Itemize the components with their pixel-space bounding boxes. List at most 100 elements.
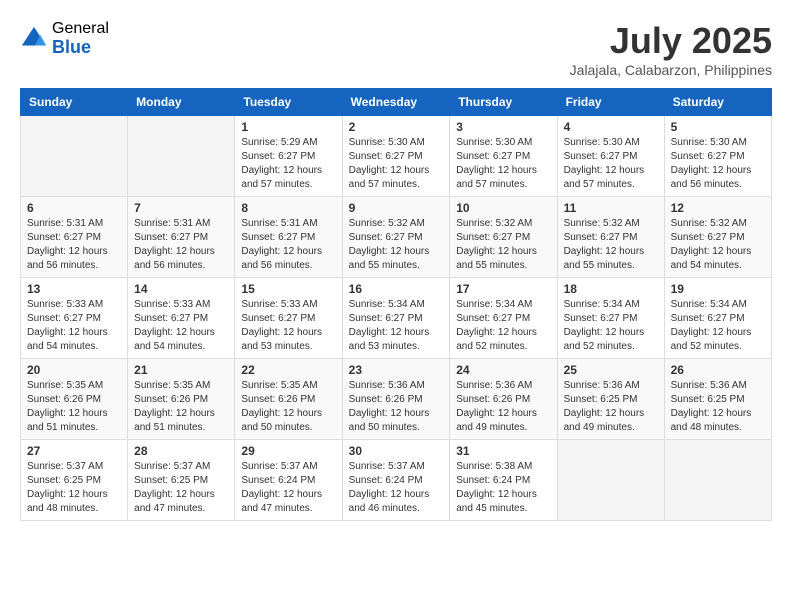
calendar-cell: 23 Sunrise: 5:36 AM Sunset: 6:26 PM Dayli… xyxy=(342,359,450,440)
day-number: 28 xyxy=(134,444,228,458)
calendar-cell: 18Sunrise: 5:34 AM Sunset: 6:27 PM Dayli… xyxy=(557,278,664,359)
calendar-cell: 12 Sunrise: 5:32 AM Sunset: 6:27 PM Dayli… xyxy=(664,197,771,278)
day-number: 23 xyxy=(349,363,444,377)
calendar-cell: 2 Sunrise: 5:30 AM Sunset: 6:27 PM Daylig… xyxy=(342,116,450,197)
day-number: 29 xyxy=(241,444,335,458)
day-number: 25 xyxy=(564,363,658,377)
calendar-cell: 21 Sunrise: 5:35 AM Sunset: 6:26 PM Dayli… xyxy=(128,359,235,440)
page-header: General Blue July 2025 Jalajala, Calabar… xyxy=(20,20,772,78)
calendar-cell: 31 Sunrise: 5:38 AM Sunset: 6:24 PM Dayli… xyxy=(450,440,557,521)
day-number: 1 xyxy=(241,120,335,134)
calendar-cell xyxy=(664,440,771,521)
day-number: 20 xyxy=(27,363,121,377)
day-number: 30 xyxy=(349,444,444,458)
calendar-cell: 9 Sunrise: 5:32 AM Sunset: 6:27 PM Daylig… xyxy=(342,197,450,278)
calendar-header-sunday: Sunday xyxy=(21,89,128,116)
day-number: 3 xyxy=(456,120,550,134)
day-info: Sunrise: 5:37 AM Sunset: 6:25 PM Dayligh… xyxy=(27,460,121,516)
day-info: Sunrise: 5:35 AM Sunset: 6:26 PM Dayligh… xyxy=(134,379,228,435)
day-number: 19 xyxy=(671,282,765,296)
day-info: Sunrise: 5:34 AM Sunset: 6:27 PM Dayligh… xyxy=(564,298,658,354)
day-info: Sunrise: 5:33 AM Sunset: 6:27 PM Dayligh… xyxy=(241,298,335,354)
day-info: Sunrise: 5:31 AM Sunset: 6:27 PM Dayligh… xyxy=(27,217,121,273)
calendar-cell xyxy=(21,116,128,197)
calendar-cell: 1 Sunrise: 5:29 AM Sunset: 6:27 PM Daylig… xyxy=(235,116,342,197)
calendar-header-wednesday: Wednesday xyxy=(342,89,450,116)
day-number: 10 xyxy=(456,201,550,215)
day-info: Sunrise: 5:29 AM Sunset: 6:27 PM Dayligh… xyxy=(241,136,335,192)
calendar-cell xyxy=(128,116,235,197)
calendar-week-row: 20 Sunrise: 5:35 AM Sunset: 6:26 PM Dayli… xyxy=(21,359,772,440)
day-number: 15 xyxy=(241,282,335,296)
calendar-cell: 5 Sunrise: 5:30 AM Sunset: 6:27 PM Daylig… xyxy=(664,116,771,197)
day-number: 12 xyxy=(671,201,765,215)
calendar-cell: 14 Sunrise: 5:33 AM Sunset: 6:27 PM Dayli… xyxy=(128,278,235,359)
day-info: Sunrise: 5:32 AM Sunset: 6:27 PM Dayligh… xyxy=(671,217,765,273)
logo: General Blue xyxy=(20,20,109,57)
calendar-cell: 22Sunrise: 5:35 AM Sunset: 6:26 PM Dayli… xyxy=(235,359,342,440)
calendar-header-row: SundayMondayTuesdayWednesdayThursdayFrid… xyxy=(21,89,772,116)
day-info: Sunrise: 5:30 AM Sunset: 6:27 PM Dayligh… xyxy=(349,136,444,192)
calendar-week-row: 6 Sunrise: 5:31 AM Sunset: 6:27 PM Daylig… xyxy=(21,197,772,278)
day-number: 9 xyxy=(349,201,444,215)
logo-blue: Blue xyxy=(52,38,109,58)
calendar-cell: 7Sunrise: 5:31 AM Sunset: 6:27 PM Daylig… xyxy=(128,197,235,278)
day-info: Sunrise: 5:34 AM Sunset: 6:27 PM Dayligh… xyxy=(349,298,444,354)
logo-text: General Blue xyxy=(52,20,109,57)
day-number: 31 xyxy=(456,444,550,458)
title-block: July 2025 Jalajala, Calabarzon, Philippi… xyxy=(570,20,772,78)
day-number: 7 xyxy=(134,201,228,215)
day-number: 16 xyxy=(349,282,444,296)
day-number: 5 xyxy=(671,120,765,134)
day-number: 2 xyxy=(349,120,444,134)
day-info: Sunrise: 5:36 AM Sunset: 6:25 PM Dayligh… xyxy=(564,379,658,435)
day-info: Sunrise: 5:30 AM Sunset: 6:27 PM Dayligh… xyxy=(671,136,765,192)
calendar-cell: 13Sunrise: 5:33 AM Sunset: 6:27 PM Dayli… xyxy=(21,278,128,359)
day-info: Sunrise: 5:35 AM Sunset: 6:26 PM Dayligh… xyxy=(27,379,121,435)
day-number: 17 xyxy=(456,282,550,296)
calendar-cell: 4Sunrise: 5:30 AM Sunset: 6:27 PM Daylig… xyxy=(557,116,664,197)
calendar-cell: 24 Sunrise: 5:36 AM Sunset: 6:26 PM Dayli… xyxy=(450,359,557,440)
day-info: Sunrise: 5:32 AM Sunset: 6:27 PM Dayligh… xyxy=(349,217,444,273)
day-info: Sunrise: 5:36 AM Sunset: 6:25 PM Dayligh… xyxy=(671,379,765,435)
day-info: Sunrise: 5:37 AM Sunset: 6:25 PM Dayligh… xyxy=(134,460,228,516)
day-info: Sunrise: 5:32 AM Sunset: 6:27 PM Dayligh… xyxy=(456,217,550,273)
day-info: Sunrise: 5:30 AM Sunset: 6:27 PM Dayligh… xyxy=(456,136,550,192)
day-number: 26 xyxy=(671,363,765,377)
calendar-cell: 8 Sunrise: 5:31 AM Sunset: 6:27 PM Daylig… xyxy=(235,197,342,278)
calendar-cell: 20 Sunrise: 5:35 AM Sunset: 6:26 PM Dayli… xyxy=(21,359,128,440)
location: Jalajala, Calabarzon, Philippines xyxy=(570,62,772,78)
calendar-header-monday: Monday xyxy=(128,89,235,116)
day-number: 11 xyxy=(564,201,658,215)
calendar-week-row: 27Sunrise: 5:37 AM Sunset: 6:25 PM Dayli… xyxy=(21,440,772,521)
day-info: Sunrise: 5:38 AM Sunset: 6:24 PM Dayligh… xyxy=(456,460,550,516)
calendar-cell: 6 Sunrise: 5:31 AM Sunset: 6:27 PM Daylig… xyxy=(21,197,128,278)
calendar-cell: 25 Sunrise: 5:36 AM Sunset: 6:25 PM Dayli… xyxy=(557,359,664,440)
day-number: 24 xyxy=(456,363,550,377)
calendar-header-thursday: Thursday xyxy=(450,89,557,116)
day-info: Sunrise: 5:36 AM Sunset: 6:26 PM Dayligh… xyxy=(349,379,444,435)
calendar-cell: 27Sunrise: 5:37 AM Sunset: 6:25 PM Dayli… xyxy=(21,440,128,521)
day-info: Sunrise: 5:37 AM Sunset: 6:24 PM Dayligh… xyxy=(349,460,444,516)
day-number: 4 xyxy=(564,120,658,134)
logo-general: General xyxy=(52,20,109,38)
day-number: 21 xyxy=(134,363,228,377)
day-number: 6 xyxy=(27,201,121,215)
calendar-cell: 16 Sunrise: 5:34 AM Sunset: 6:27 PM Dayli… xyxy=(342,278,450,359)
day-info: Sunrise: 5:34 AM Sunset: 6:27 PM Dayligh… xyxy=(456,298,550,354)
day-info: Sunrise: 5:35 AM Sunset: 6:26 PM Dayligh… xyxy=(241,379,335,435)
day-info: Sunrise: 5:31 AM Sunset: 6:27 PM Dayligh… xyxy=(241,217,335,273)
day-number: 14 xyxy=(134,282,228,296)
calendar-cell xyxy=(557,440,664,521)
day-number: 8 xyxy=(241,201,335,215)
day-info: Sunrise: 5:37 AM Sunset: 6:24 PM Dayligh… xyxy=(241,460,335,516)
logo-icon xyxy=(20,25,48,53)
calendar-cell: 28 Sunrise: 5:37 AM Sunset: 6:25 PM Dayli… xyxy=(128,440,235,521)
day-info: Sunrise: 5:33 AM Sunset: 6:27 PM Dayligh… xyxy=(134,298,228,354)
calendar-header-saturday: Saturday xyxy=(664,89,771,116)
day-info: Sunrise: 5:34 AM Sunset: 6:27 PM Dayligh… xyxy=(671,298,765,354)
calendar-table: SundayMondayTuesdayWednesdayThursdayFrid… xyxy=(20,88,772,521)
day-info: Sunrise: 5:36 AM Sunset: 6:26 PM Dayligh… xyxy=(456,379,550,435)
calendar-cell: 26 Sunrise: 5:36 AM Sunset: 6:25 PM Dayli… xyxy=(664,359,771,440)
calendar-week-row: 1 Sunrise: 5:29 AM Sunset: 6:27 PM Daylig… xyxy=(21,116,772,197)
